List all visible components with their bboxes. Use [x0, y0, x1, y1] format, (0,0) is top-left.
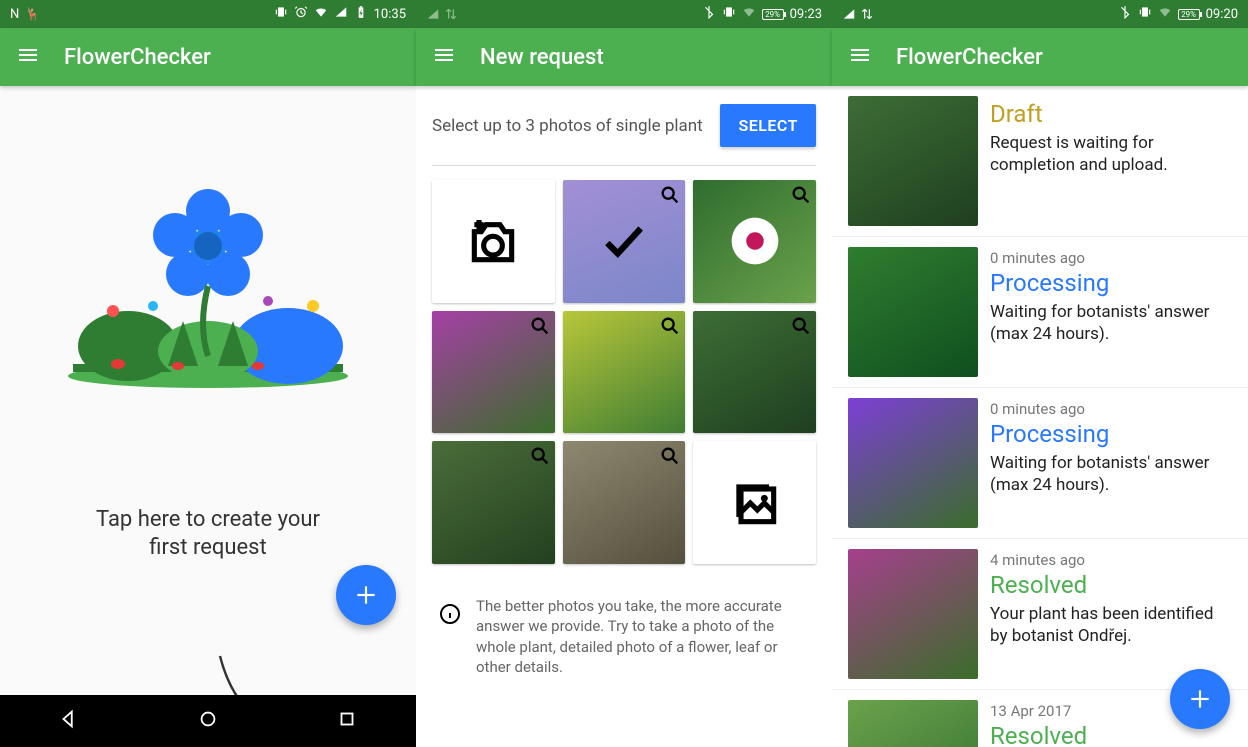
fab-new-request[interactable]: [336, 565, 396, 625]
menu-icon[interactable]: [432, 43, 456, 71]
android-navbar: [0, 695, 416, 747]
signal-icon: [842, 7, 856, 21]
gallery-tile[interactable]: [693, 441, 816, 564]
camera-tile[interactable]: [432, 180, 555, 303]
vibrate-icon: [722, 5, 736, 23]
android-n-icon: N: [10, 7, 19, 22]
info-row: The better photos you take, the more acc…: [416, 578, 832, 687]
request-thumbnail: [848, 96, 978, 226]
home-content: Tap here to create your first request: [0, 86, 416, 695]
usb-icon: [860, 7, 874, 21]
tap-hint-line1: Tap here to create your: [40, 506, 376, 534]
tap-hint: Tap here to create your first request: [0, 506, 416, 561]
zoom-icon[interactable]: [659, 445, 681, 467]
statusbar: 29% 09:23: [416, 0, 832, 28]
request-status: Processing: [990, 269, 1232, 297]
statusbar-time: 09:23: [790, 7, 822, 22]
request-item[interactable]: 0 minutes ago Processing Waiting for botan…: [832, 388, 1248, 539]
request-time: 0 minutes ago: [990, 400, 1232, 418]
signal-icon: [334, 5, 348, 23]
tap-hint-line2: first request: [40, 534, 376, 562]
vibrate-icon: [1138, 5, 1152, 23]
request-thumbnail: [848, 247, 978, 377]
new-request-content: Select up to 3 photos of single plant SE…: [416, 86, 832, 747]
appbar: New request: [416, 28, 832, 86]
request-time: 4 minutes ago: [990, 551, 1232, 569]
photo-tile[interactable]: [693, 311, 816, 434]
request-item[interactable]: 4 minutes ago Resolved Your plant has been…: [832, 539, 1248, 690]
zoom-icon[interactable]: [529, 315, 551, 337]
battery-charging-icon: [354, 5, 368, 23]
appbar-title: New request: [480, 45, 604, 70]
appbar: FlowerChecker: [0, 28, 416, 86]
appbar-title: FlowerChecker: [896, 45, 1043, 70]
appbar: FlowerChecker: [832, 28, 1248, 86]
request-thumbnail: [848, 700, 978, 747]
select-button[interactable]: SELECT: [720, 104, 816, 147]
appbar-title: FlowerChecker: [64, 45, 211, 70]
wifi-icon: [314, 5, 328, 23]
request-description: Your plant has been identified by botani…: [990, 603, 1232, 647]
menu-icon[interactable]: [16, 43, 40, 71]
photo-tile[interactable]: [563, 311, 686, 434]
photo-grid: [416, 166, 832, 578]
statusbar: N 🦌 10:35: [0, 0, 416, 28]
zoom-icon[interactable]: [790, 184, 812, 206]
zoom-icon[interactable]: [790, 315, 812, 337]
nav-back-icon[interactable]: [58, 708, 80, 734]
info-text: The better photos you take, the more acc…: [476, 596, 810, 677]
statusbar-time: 09:20: [1206, 7, 1238, 22]
bluetooth-icon: [702, 5, 716, 23]
menu-icon[interactable]: [848, 43, 872, 71]
signal-icon: [426, 7, 458, 21]
screen-home: N 🦌 10:35 FlowerChecker: [0, 0, 416, 747]
request-status: Draft: [990, 100, 1232, 128]
bluetooth-icon: [1118, 5, 1132, 23]
screen-requests-list: 29% 09:20 FlowerChecker Draft Request is …: [832, 0, 1248, 747]
request-thumbnail: [848, 398, 978, 528]
flower-illustration: [0, 86, 416, 396]
request-status: Processing: [990, 420, 1232, 448]
request-thumbnail: [848, 549, 978, 679]
check-icon: [563, 180, 686, 303]
photo-tile[interactable]: [432, 311, 555, 434]
wifi-icon: [742, 5, 756, 23]
photo-tile-selected[interactable]: [563, 180, 686, 303]
select-prompt: Select up to 3 photos of single plant: [432, 116, 703, 136]
request-description: Waiting for botanists' answer (max 24 ho…: [990, 301, 1232, 345]
request-description: Waiting for botanists' answer (max 24 ho…: [990, 452, 1232, 496]
alarm-icon: [294, 5, 308, 23]
statusbar: 29% 09:20: [832, 0, 1248, 28]
fab-new-request[interactable]: [1170, 669, 1230, 729]
screen-new-request: 29% 09:23 New request Select up to 3 pho…: [416, 0, 832, 747]
battery-icon: 29%: [1178, 9, 1200, 20]
wifi-icon: [1158, 5, 1172, 23]
zoom-icon[interactable]: [529, 445, 551, 467]
battery-icon: 29%: [762, 9, 784, 20]
requests-list[interactable]: Draft Request is waiting for completion a…: [832, 86, 1248, 747]
request-item[interactable]: 0 minutes ago Processing Waiting for botan…: [832, 237, 1248, 388]
nav-recent-icon[interactable]: [336, 708, 358, 734]
photo-tile[interactable]: [432, 441, 555, 564]
photo-tile[interactable]: [563, 441, 686, 564]
request-item[interactable]: Draft Request is waiting for completion a…: [832, 86, 1248, 237]
request-time: 0 minutes ago: [990, 249, 1232, 267]
deer-icon: 🦌: [25, 7, 40, 21]
vibrate-icon: [274, 5, 288, 23]
statusbar-time: 10:35: [374, 7, 406, 22]
arrow-to-fab: [210, 646, 350, 695]
request-description: Request is waiting for completion and up…: [990, 132, 1232, 176]
zoom-icon[interactable]: [659, 315, 681, 337]
nav-home-icon[interactable]: [197, 708, 219, 734]
photo-tile[interactable]: [693, 180, 816, 303]
request-status: Resolved: [990, 571, 1232, 599]
info-icon: [438, 602, 462, 630]
